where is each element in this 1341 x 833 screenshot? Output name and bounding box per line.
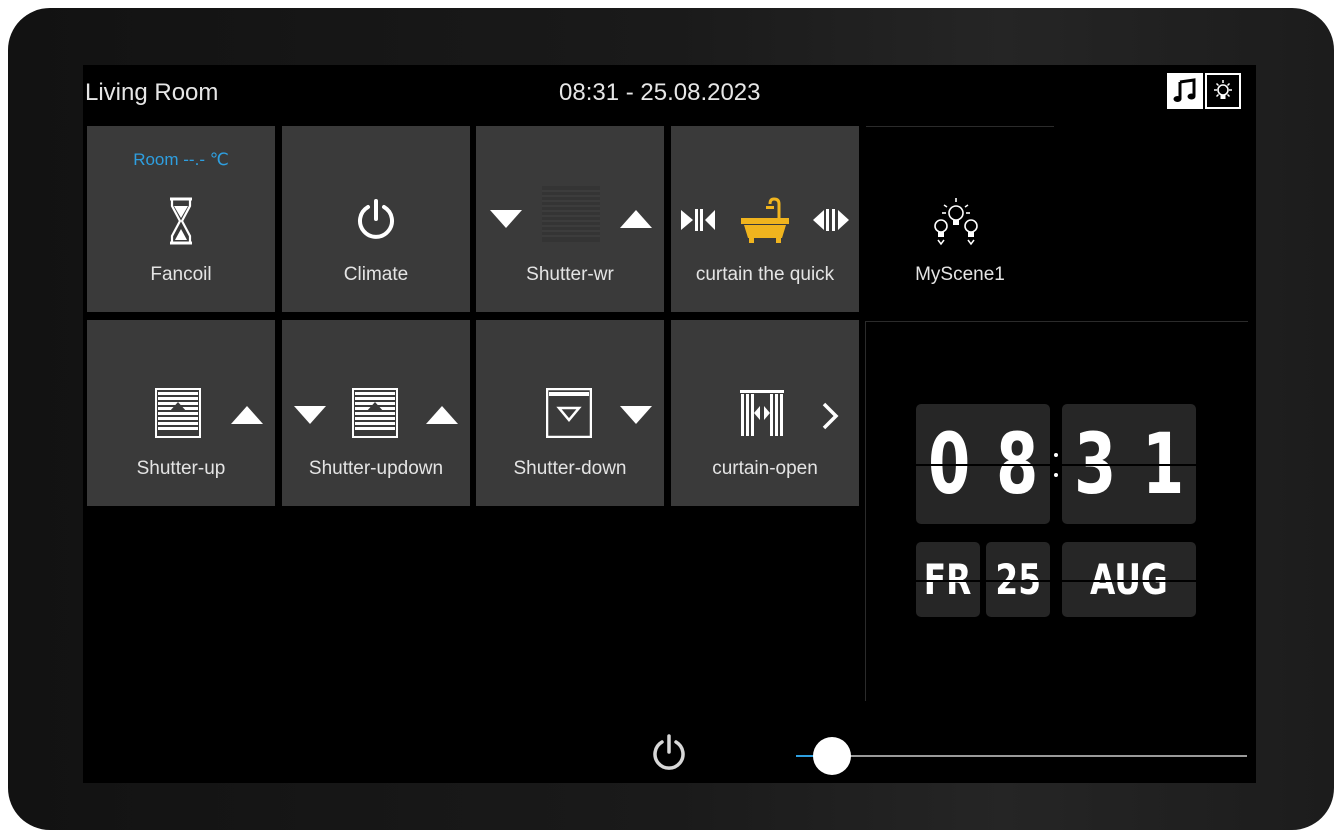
weekday-text: FR — [924, 555, 972, 604]
shutter-updown-icon — [352, 388, 398, 438]
tile-climate[interactable]: Climate — [282, 126, 470, 312]
tile-label: curtain-open — [712, 458, 818, 479]
tile-label: MyScene1 — [915, 264, 1005, 285]
header-datetime: 08:31 - 25.08.2023 — [559, 79, 761, 106]
power-icon[interactable] — [649, 733, 689, 773]
clock-weekday: FR — [916, 542, 980, 617]
curtain-close-icon[interactable] — [679, 206, 717, 234]
arrow-down-icon[interactable] — [292, 404, 328, 426]
tile-label: Shutter-wr — [526, 264, 614, 285]
arrow-up-icon[interactable] — [618, 208, 654, 230]
scene-bulbs-icon — [934, 198, 978, 246]
dimmer-slider-track[interactable] — [796, 755, 1247, 757]
shutter-down-icon — [546, 388, 592, 438]
hourglass-icon — [170, 197, 192, 245]
clock-colon — [1054, 473, 1058, 477]
arrow-up-icon[interactable] — [424, 404, 460, 426]
clock-minute-digit: 3 — [1073, 415, 1116, 513]
curtain-open-arrow-icon[interactable] — [811, 206, 851, 234]
tile-label: Shutter-up — [136, 458, 226, 479]
arrow-down-icon[interactable] — [618, 404, 654, 426]
clock-hour-digit: 8 — [996, 415, 1039, 513]
tile-fancoil[interactable]: Room --.- ℃ Fancoil — [87, 126, 275, 312]
power-icon — [358, 199, 394, 239]
tile-shutter-wr[interactable]: Shutter-wr — [476, 126, 664, 312]
tile-curtain-quick[interactable]: curtain the quick — [671, 126, 859, 312]
lighting-button[interactable] — [1205, 73, 1241, 109]
shutter-up-icon — [155, 388, 201, 438]
tile-label: curtain the quick — [695, 264, 835, 285]
month-text: AUG — [1090, 555, 1168, 604]
day-text: 25 — [995, 555, 1041, 604]
tile-label: Shutter-updown — [308, 458, 444, 479]
music-button[interactable] — [1167, 73, 1203, 109]
tile-curtain-open[interactable]: curtain-open — [671, 320, 859, 506]
clock-colon — [1054, 453, 1058, 457]
tile-label: Shutter-down — [513, 458, 627, 479]
divider — [866, 321, 1248, 322]
tile-shutter-down[interactable]: Shutter-down — [476, 320, 664, 506]
arrow-down-icon[interactable] — [488, 208, 524, 230]
tile-label: Climate — [343, 264, 409, 285]
panel-screen: Living Room 08:31 - 25.08.2023 Room --.-… — [83, 65, 1256, 783]
tile-shutter-updown[interactable]: Shutter-updown — [282, 320, 470, 506]
clock-minute-digit: 1 — [1142, 415, 1185, 513]
light-bulb-icon — [1214, 80, 1232, 99]
bathtub-icon — [741, 197, 789, 243]
arrow-up-icon[interactable] — [229, 404, 265, 426]
music-note-icon — [1173, 78, 1196, 102]
shutter-icon — [542, 186, 600, 242]
curtain-open-icon — [740, 390, 784, 436]
room-temperature: Room --.- ℃ — [133, 150, 229, 169]
tile-label: Fancoil — [150, 264, 212, 285]
room-title: Living Room — [85, 79, 219, 106]
divider — [865, 321, 866, 701]
clock-hour-digit: 0 — [927, 415, 970, 513]
dimmer-slider-thumb[interactable] — [813, 737, 852, 775]
clock-day: 25 — [986, 542, 1050, 617]
clock-month: AUG — [1062, 542, 1196, 617]
chevron-right-icon[interactable] — [819, 400, 841, 432]
tile-myscene1[interactable]: MyScene1 — [866, 126, 1054, 312]
clock-hour-tile: 0 8 — [916, 404, 1050, 524]
clock-minute-tile: 3 1 — [1062, 404, 1196, 524]
tile-shutter-up[interactable]: Shutter-up — [87, 320, 275, 506]
